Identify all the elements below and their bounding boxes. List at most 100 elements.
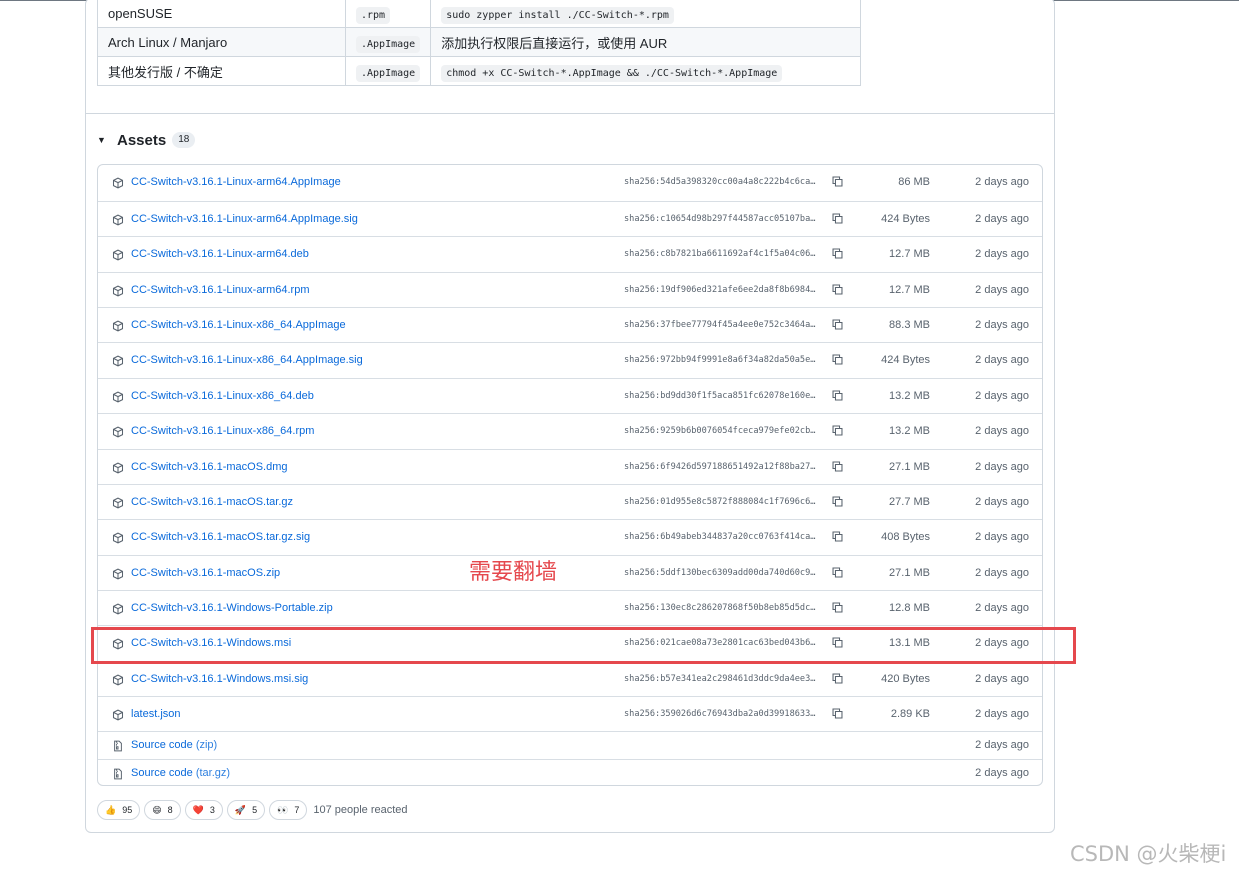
package-icon (112, 673, 124, 686)
asset-sha256: sha256:01d955e8c5872f888084c1f7696c6… (624, 497, 816, 507)
asset-row: CC-Switch-v3.16.1-macOS.tar.gz.sig sha256… (98, 519, 1042, 554)
asset-row: CC-Switch-v3.16.1-Linux-x86_64.AppImage.… (98, 342, 1042, 377)
package-icon (112, 531, 124, 544)
install-table-row: 其他发行版 / 不确定 .AppImage chmod +x CC-Switch-*… (97, 56, 862, 86)
asset-size: 420 Bytes (881, 673, 930, 685)
source-code-link[interactable]: Source code (tar.gz) (131, 767, 230, 779)
asset-link[interactable]: CC-Switch-v3.16.1-Linux-arm64.deb (131, 248, 309, 260)
copy-icon[interactable] (831, 601, 844, 614)
reaction-button[interactable]: ❤️ 3 (184, 800, 223, 820)
copy-icon[interactable] (831, 175, 844, 188)
reaction-count: 95 (122, 805, 133, 815)
asset-sha256: sha256:bd9dd30f1f5aca851fc62078e160e… (624, 391, 816, 401)
asset-link[interactable]: CC-Switch-v3.16.1-Linux-x86_64.AppImage.… (131, 354, 363, 366)
asset-sha256: sha256:54d5a398320cc00a4a8c222b4c6ca… (624, 177, 816, 187)
reaction-button[interactable]: 🚀 5 (226, 800, 266, 820)
reactions-summary: 107 people reacted (313, 804, 408, 816)
asset-row: latest.json sha256:359026d6c76943dba2a0d3… (98, 696, 1042, 731)
asset-size: 86 MB (898, 176, 930, 188)
format-cell: .AppImage (344, 56, 432, 86)
source-code-ext: (zip) (192, 739, 218, 751)
reaction-button[interactable]: 😄 8 (144, 800, 181, 820)
asset-sha256: sha256:37fbee77794f45a4ee0e752c3464a… (624, 320, 816, 330)
asset-date: 2 days ago (975, 739, 1029, 751)
distro-cell: 其他发行版 / 不确定 (97, 56, 346, 86)
package-icon (112, 319, 124, 332)
asset-date: 2 days ago (975, 248, 1029, 260)
format-code: .rpm (356, 6, 391, 24)
asset-link[interactable]: CC-Switch-v3.16.1-Linux-x86_64.AppImage (131, 319, 346, 331)
asset-link[interactable]: CC-Switch-v3.16.1-macOS.dmg (131, 461, 288, 473)
assets-header[interactable]: ▼ Assets 18 (97, 130, 196, 150)
package-icon (112, 496, 124, 509)
copy-icon[interactable] (831, 566, 844, 579)
format-code: .AppImage (356, 35, 421, 53)
asset-sha256: sha256:5ddf130bec6309add00da740d60c9… (624, 568, 816, 578)
asset-sha256: sha256:9259b6b0076054fceca979efe02cb… (624, 426, 816, 436)
asset-row: CC-Switch-v3.16.1-Windows.msi.sig sha256:… (98, 661, 1042, 696)
copy-icon[interactable] (831, 707, 844, 720)
asset-date: 2 days ago (975, 567, 1029, 579)
heart-icon: ❤️ (192, 804, 204, 815)
copy-icon[interactable] (831, 318, 844, 331)
source-code-link[interactable]: Source code (zip) (131, 739, 217, 751)
copy-icon[interactable] (831, 424, 844, 437)
asset-link[interactable]: CC-Switch-v3.16.1-macOS.zip (131, 567, 280, 579)
asset-date: 2 days ago (975, 461, 1029, 473)
reaction-button[interactable]: 👍 95 (97, 800, 141, 820)
asset-date: 2 days ago (975, 673, 1029, 685)
asset-size: 424 Bytes (881, 213, 930, 225)
reaction-button[interactable]: 👀 7 (269, 800, 308, 820)
zip-file-icon (112, 739, 124, 752)
asset-link[interactable]: CC-Switch-v3.16.1-Linux-x86_64.deb (131, 390, 314, 402)
format-code: .AppImage (356, 64, 421, 82)
reaction-count: 7 (294, 805, 300, 815)
asset-size: 27.7 MB (889, 496, 930, 508)
asset-date: 2 days ago (975, 390, 1029, 402)
command-cell: 添加执行权限后直接运行，或使用 AUR (430, 27, 862, 57)
asset-link[interactable]: latest.json (131, 708, 181, 720)
copy-icon[interactable] (831, 672, 844, 685)
asset-link[interactable]: CC-Switch-v3.16.1-Linux-x86_64.rpm (131, 425, 314, 437)
reactions-bar: 👍 95 😄 8 ❤️ 3 🚀 5 👀 7 107 people reacted (97, 800, 408, 820)
asset-link[interactable]: CC-Switch-v3.16.1-Windows.msi.sig (131, 673, 308, 685)
asset-row: CC-Switch-v3.16.1-Linux-arm64.AppImage sh… (98, 165, 1042, 200)
asset-date: 2 days ago (975, 767, 1029, 779)
asset-size: 12.7 MB (889, 248, 930, 260)
copy-icon[interactable] (831, 389, 844, 402)
package-icon (112, 425, 124, 438)
install-table-row: Arch Linux / Manjaro .AppImage 添加执行权限后直接运行… (97, 27, 862, 57)
copy-icon[interactable] (831, 530, 844, 543)
copy-icon[interactable] (831, 247, 844, 260)
section-divider (86, 113, 1054, 114)
asset-link[interactable]: CC-Switch-v3.16.1-Linux-arm64.rpm (131, 284, 310, 296)
asset-sha256: sha256:6f9426d597188651492a12f88ba27… (624, 462, 816, 472)
asset-date: 2 days ago (975, 176, 1029, 188)
package-icon (112, 567, 124, 580)
asset-sha256: sha256:359026d6c76943dba2a0d39918633… (624, 709, 816, 719)
watermark: CSDN @火柴梗i (1070, 842, 1227, 866)
asset-sha256: sha256:972bb94f9991e8a6f34a82da50a5e… (624, 355, 816, 365)
laugh-icon: 😄 (152, 804, 162, 815)
command-code: sudo zypper install ./CC-Switch-*.rpm (441, 6, 674, 24)
copy-icon[interactable] (831, 283, 844, 296)
asset-link[interactable]: CC-Switch-v3.16.1-Windows-Portable.zip (131, 602, 333, 614)
copy-icon[interactable] (831, 495, 844, 508)
package-icon (112, 248, 124, 261)
asset-link[interactable]: CC-Switch-v3.16.1-Linux-arm64.AppImage.s… (131, 213, 358, 225)
asset-link[interactable]: CC-Switch-v3.16.1-macOS.tar.gz.sig (131, 531, 310, 543)
package-icon (112, 354, 124, 367)
asset-date: 2 days ago (975, 531, 1029, 543)
asset-date: 2 days ago (975, 354, 1029, 366)
copy-icon[interactable] (831, 353, 844, 366)
install-table: openSUSE .rpm sudo zypper install ./CC-Swi… (97, 0, 862, 86)
caret-down-icon[interactable]: ▼ (97, 135, 117, 145)
copy-icon[interactable] (831, 212, 844, 225)
copy-icon[interactable] (831, 460, 844, 473)
asset-link[interactable]: CC-Switch-v3.16.1-macOS.tar.gz (131, 496, 293, 508)
asset-row: CC-Switch-v3.16.1-Linux-x86_64.rpm sha256… (98, 413, 1042, 448)
package-icon (112, 390, 124, 403)
asset-sha256: sha256:b57e341ea2c298461d3ddc9da4ee3… (624, 674, 816, 684)
asset-link[interactable]: CC-Switch-v3.16.1-Linux-arm64.AppImage (131, 176, 341, 188)
asset-row: CC-Switch-v3.16.1-Linux-arm64.AppImage.s… (98, 201, 1042, 236)
